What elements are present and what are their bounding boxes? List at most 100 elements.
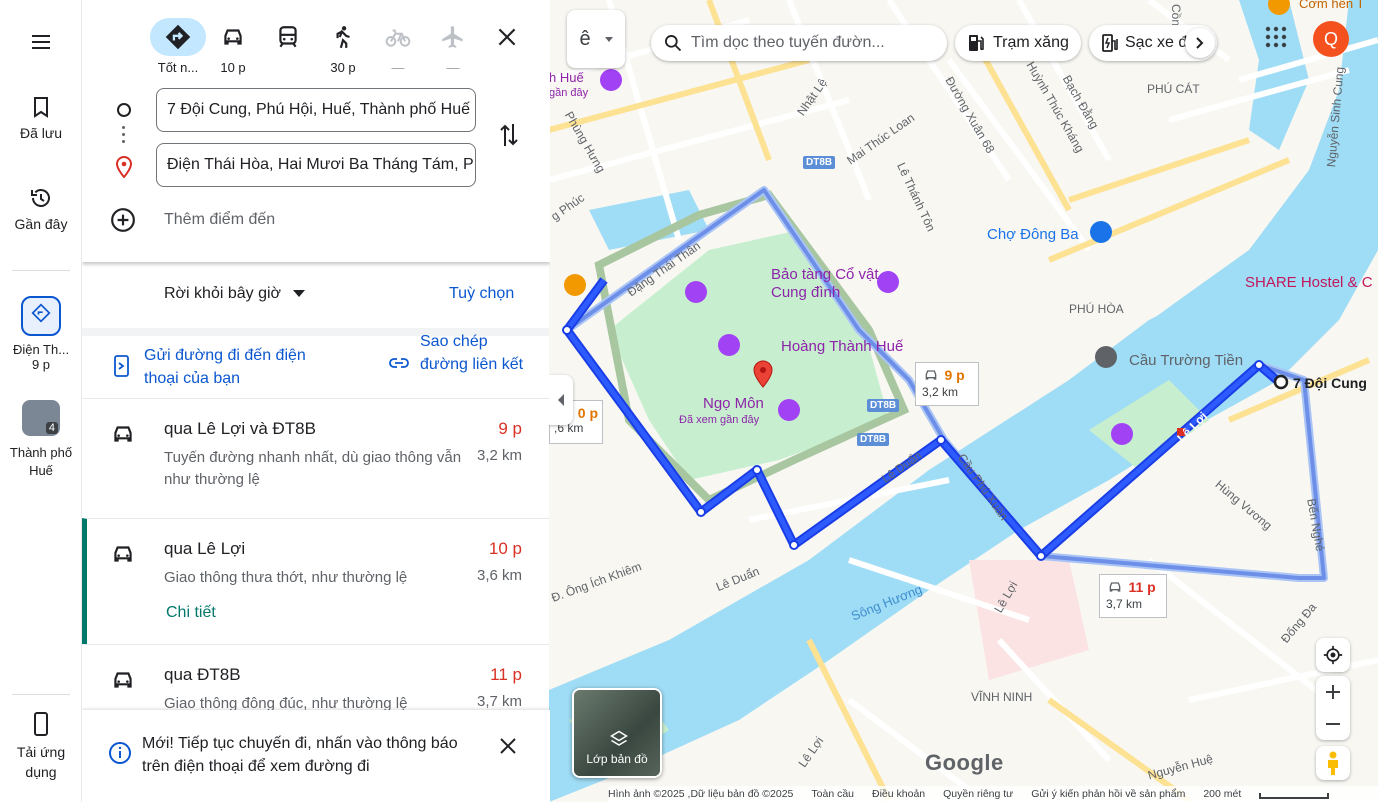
- route-description: Tuyến đường nhanh nhất, dù giao thông vẫ…: [164, 449, 462, 488]
- mode-flight[interactable]: —: [425, 18, 481, 76]
- search-along-route-input[interactable]: Tìm dọc theo tuyến đườn...: [651, 25, 947, 61]
- route-option-1[interactable]: qua Lê Lợi và ĐT8B Tuyến đường nhanh nhấ…: [82, 398, 550, 518]
- directions-icon: [31, 303, 51, 323]
- collapse-panel-button[interactable]: [549, 375, 573, 425]
- scale-bar: [1259, 793, 1330, 799]
- close-icon: [500, 738, 516, 754]
- caret-down-icon: [604, 36, 613, 42]
- connector-dots-icon: [122, 126, 126, 147]
- zoom-out-button[interactable]: [1326, 708, 1340, 740]
- recent-item-city[interactable]: 4 Thành phố Huế: [0, 400, 82, 480]
- directions-panel: Tốt n... 10 p 30 p — — 7 Đội Cung, Phú H…: [82, 0, 550, 802]
- route-name: qua Lê Lợi và ĐT8B: [164, 419, 316, 438]
- rail-divider: [12, 270, 70, 271]
- minus-icon: [1326, 723, 1340, 725]
- scale-label[interactable]: 200 mét: [1203, 788, 1241, 800]
- dismiss-toast-button[interactable]: [496, 734, 520, 763]
- close-icon: [498, 28, 516, 46]
- area-label: PHÚ HÒA: [1069, 302, 1124, 316]
- poi-label[interactable]: SHARE Hostel & C: [1245, 274, 1373, 291]
- menu-button[interactable]: [0, 30, 82, 60]
- origin-input[interactable]: 7 Đội Cung, Phú Hội, Huế, Thành phố Huế: [156, 88, 476, 132]
- poi-sublabel: gần đây: [549, 87, 589, 99]
- poi-label[interactable]: Bảo tàng Cổ vật Cung đình: [771, 266, 879, 302]
- phone-icon: [34, 712, 48, 736]
- my-location-button[interactable]: [1316, 638, 1350, 672]
- saved-button[interactable]: Đã lưu: [0, 95, 82, 141]
- depart-time-dropdown[interactable]: Rời khỏi bây giờ: [164, 285, 306, 303]
- chevron-left-icon: [558, 394, 564, 406]
- gas-station-chip[interactable]: Trạm xăng: [955, 25, 1081, 61]
- apps-grid-icon: [1265, 26, 1287, 48]
- layers-button[interactable]: Lớp bản đồ: [572, 688, 662, 778]
- toast-message: Mới! Tiếp tục chuyến đi, nhấn vào thông …: [142, 735, 458, 775]
- depart-time-label: Rời khỏi bây giờ: [164, 285, 282, 302]
- car-icon: [925, 370, 937, 380]
- add-destination-label: Thêm điểm đến: [164, 211, 276, 228]
- route-callout-1[interactable]: 9 p 3,2 km: [915, 362, 979, 406]
- swap-button[interactable]: [498, 121, 520, 154]
- search-placeholder: Tìm dọc theo tuyến đườn...: [691, 34, 885, 51]
- poi-label[interactable]: Cơm hến T: [1299, 0, 1364, 11]
- font-type-icon: ê: [579, 27, 591, 50]
- route-option-2[interactable]: qua Lê Lợi Giao thông thưa thớt, như thư…: [82, 518, 550, 644]
- add-circle-icon: [111, 208, 135, 232]
- close-directions-button[interactable]: [494, 24, 520, 55]
- footer-global-link[interactable]: Toàn cầu: [811, 788, 854, 800]
- poi-label[interactable]: Ngọ Môn: [703, 395, 764, 412]
- add-destination-button[interactable]: Thêm điểm đến: [110, 207, 275, 233]
- history-icon: [31, 189, 50, 207]
- poi-label[interactable]: Chợ Đông Ba: [987, 226, 1079, 243]
- send-to-phone-link[interactable]: Gửi đường đi đến điện thoại của bạn: [144, 344, 334, 390]
- chips-next-button[interactable]: [1185, 28, 1215, 58]
- map-footer: Hình ảnh ©2025 ,Dữ liệu bản đồ ©2025 Toà…: [608, 786, 1378, 802]
- mode-walk[interactable]: 30 p: [315, 18, 371, 76]
- options-button[interactable]: Tuỳ chọn: [449, 285, 514, 303]
- vehicle-type-button[interactable]: ê: [567, 10, 625, 68]
- mode-car-label: 10 p: [220, 60, 246, 75]
- footer-terms-link[interactable]: Điều khoản: [872, 788, 925, 800]
- apps-button[interactable]: [1265, 26, 1287, 53]
- origin-label[interactable]: 7 Đội Cung: [1293, 375, 1367, 391]
- footer-privacy-link[interactable]: Quyền riêng tư: [943, 788, 1013, 800]
- route-option-3[interactable]: qua ĐT8B Giao thông đông đúc, như thường…: [82, 644, 550, 714]
- area-label: VĨNH NINH: [971, 690, 1033, 704]
- layers-icon: [610, 730, 628, 746]
- gas-station-icon: [969, 35, 984, 51]
- route-callout-2[interactable]: 11 p 3,7 km: [1099, 574, 1167, 618]
- map-canvas[interactable]: Hoàng Thành Huế Ngọ Môn Đã xem gần đây B…: [549, 0, 1378, 802]
- rail-divider-bottom: [12, 694, 70, 695]
- get-app-button[interactable]: Tải ứng dụng: [0, 712, 82, 782]
- poi-label[interactable]: Cầu Trường Tiền: [1129, 352, 1243, 369]
- poi-label[interactable]: Hoàng Thành Huế: [781, 338, 903, 355]
- route-shield: DT8B: [867, 399, 900, 412]
- route-time: 11 p: [490, 665, 522, 684]
- account-avatar[interactable]: Q: [1313, 21, 1349, 57]
- mode-walk-label: 30 p: [330, 60, 356, 75]
- poi-label[interactable]: h Huế: [549, 70, 584, 85]
- city-thumb: 4: [22, 400, 60, 436]
- area-label: PHÚ CÁT: [1147, 82, 1200, 96]
- my-location-icon: [1323, 645, 1343, 665]
- bookmark-icon: [34, 97, 48, 118]
- mode-bike[interactable]: —: [370, 18, 426, 76]
- share-row: Gửi đường đi đến điện thoại của bạn Sao …: [82, 328, 550, 398]
- route-details-button[interactable]: Chi tiết: [166, 604, 216, 622]
- directions-header: Tốt n... 10 p 30 p — — 7 Đội Cung, Phú H…: [82, 0, 550, 262]
- mode-car[interactable]: 10 p: [205, 18, 261, 76]
- search-icon: [665, 35, 682, 52]
- recent-item-destination[interactable]: Điện Th... 9 p: [0, 296, 82, 372]
- footer-feedback-link[interactable]: Gửi ý kiến phản hồi về sản phẩm: [1031, 788, 1185, 800]
- zoom-controls: [1316, 676, 1350, 740]
- route-distance: 3,7 km: [476, 693, 522, 710]
- send-to-phone-icon: [112, 354, 132, 383]
- copy-link-button[interactable]: Sao chép đường liên kết: [420, 330, 530, 390]
- route-name: qua ĐT8B: [164, 665, 241, 684]
- mode-best[interactable]: Tốt n...: [150, 18, 206, 76]
- street-view-button[interactable]: [1316, 746, 1350, 780]
- zoom-in-button[interactable]: [1326, 676, 1340, 708]
- destination-input[interactable]: Điện Thái Hòa, Hai Mươi Ba Tháng Tám, P: [156, 143, 476, 187]
- recent-button[interactable]: Gần đây: [0, 186, 82, 232]
- left-rail: Đã lưu Gần đây Điện Th... 9 p 4 Thành ph…: [0, 0, 82, 802]
- mode-transit[interactable]: [260, 18, 316, 76]
